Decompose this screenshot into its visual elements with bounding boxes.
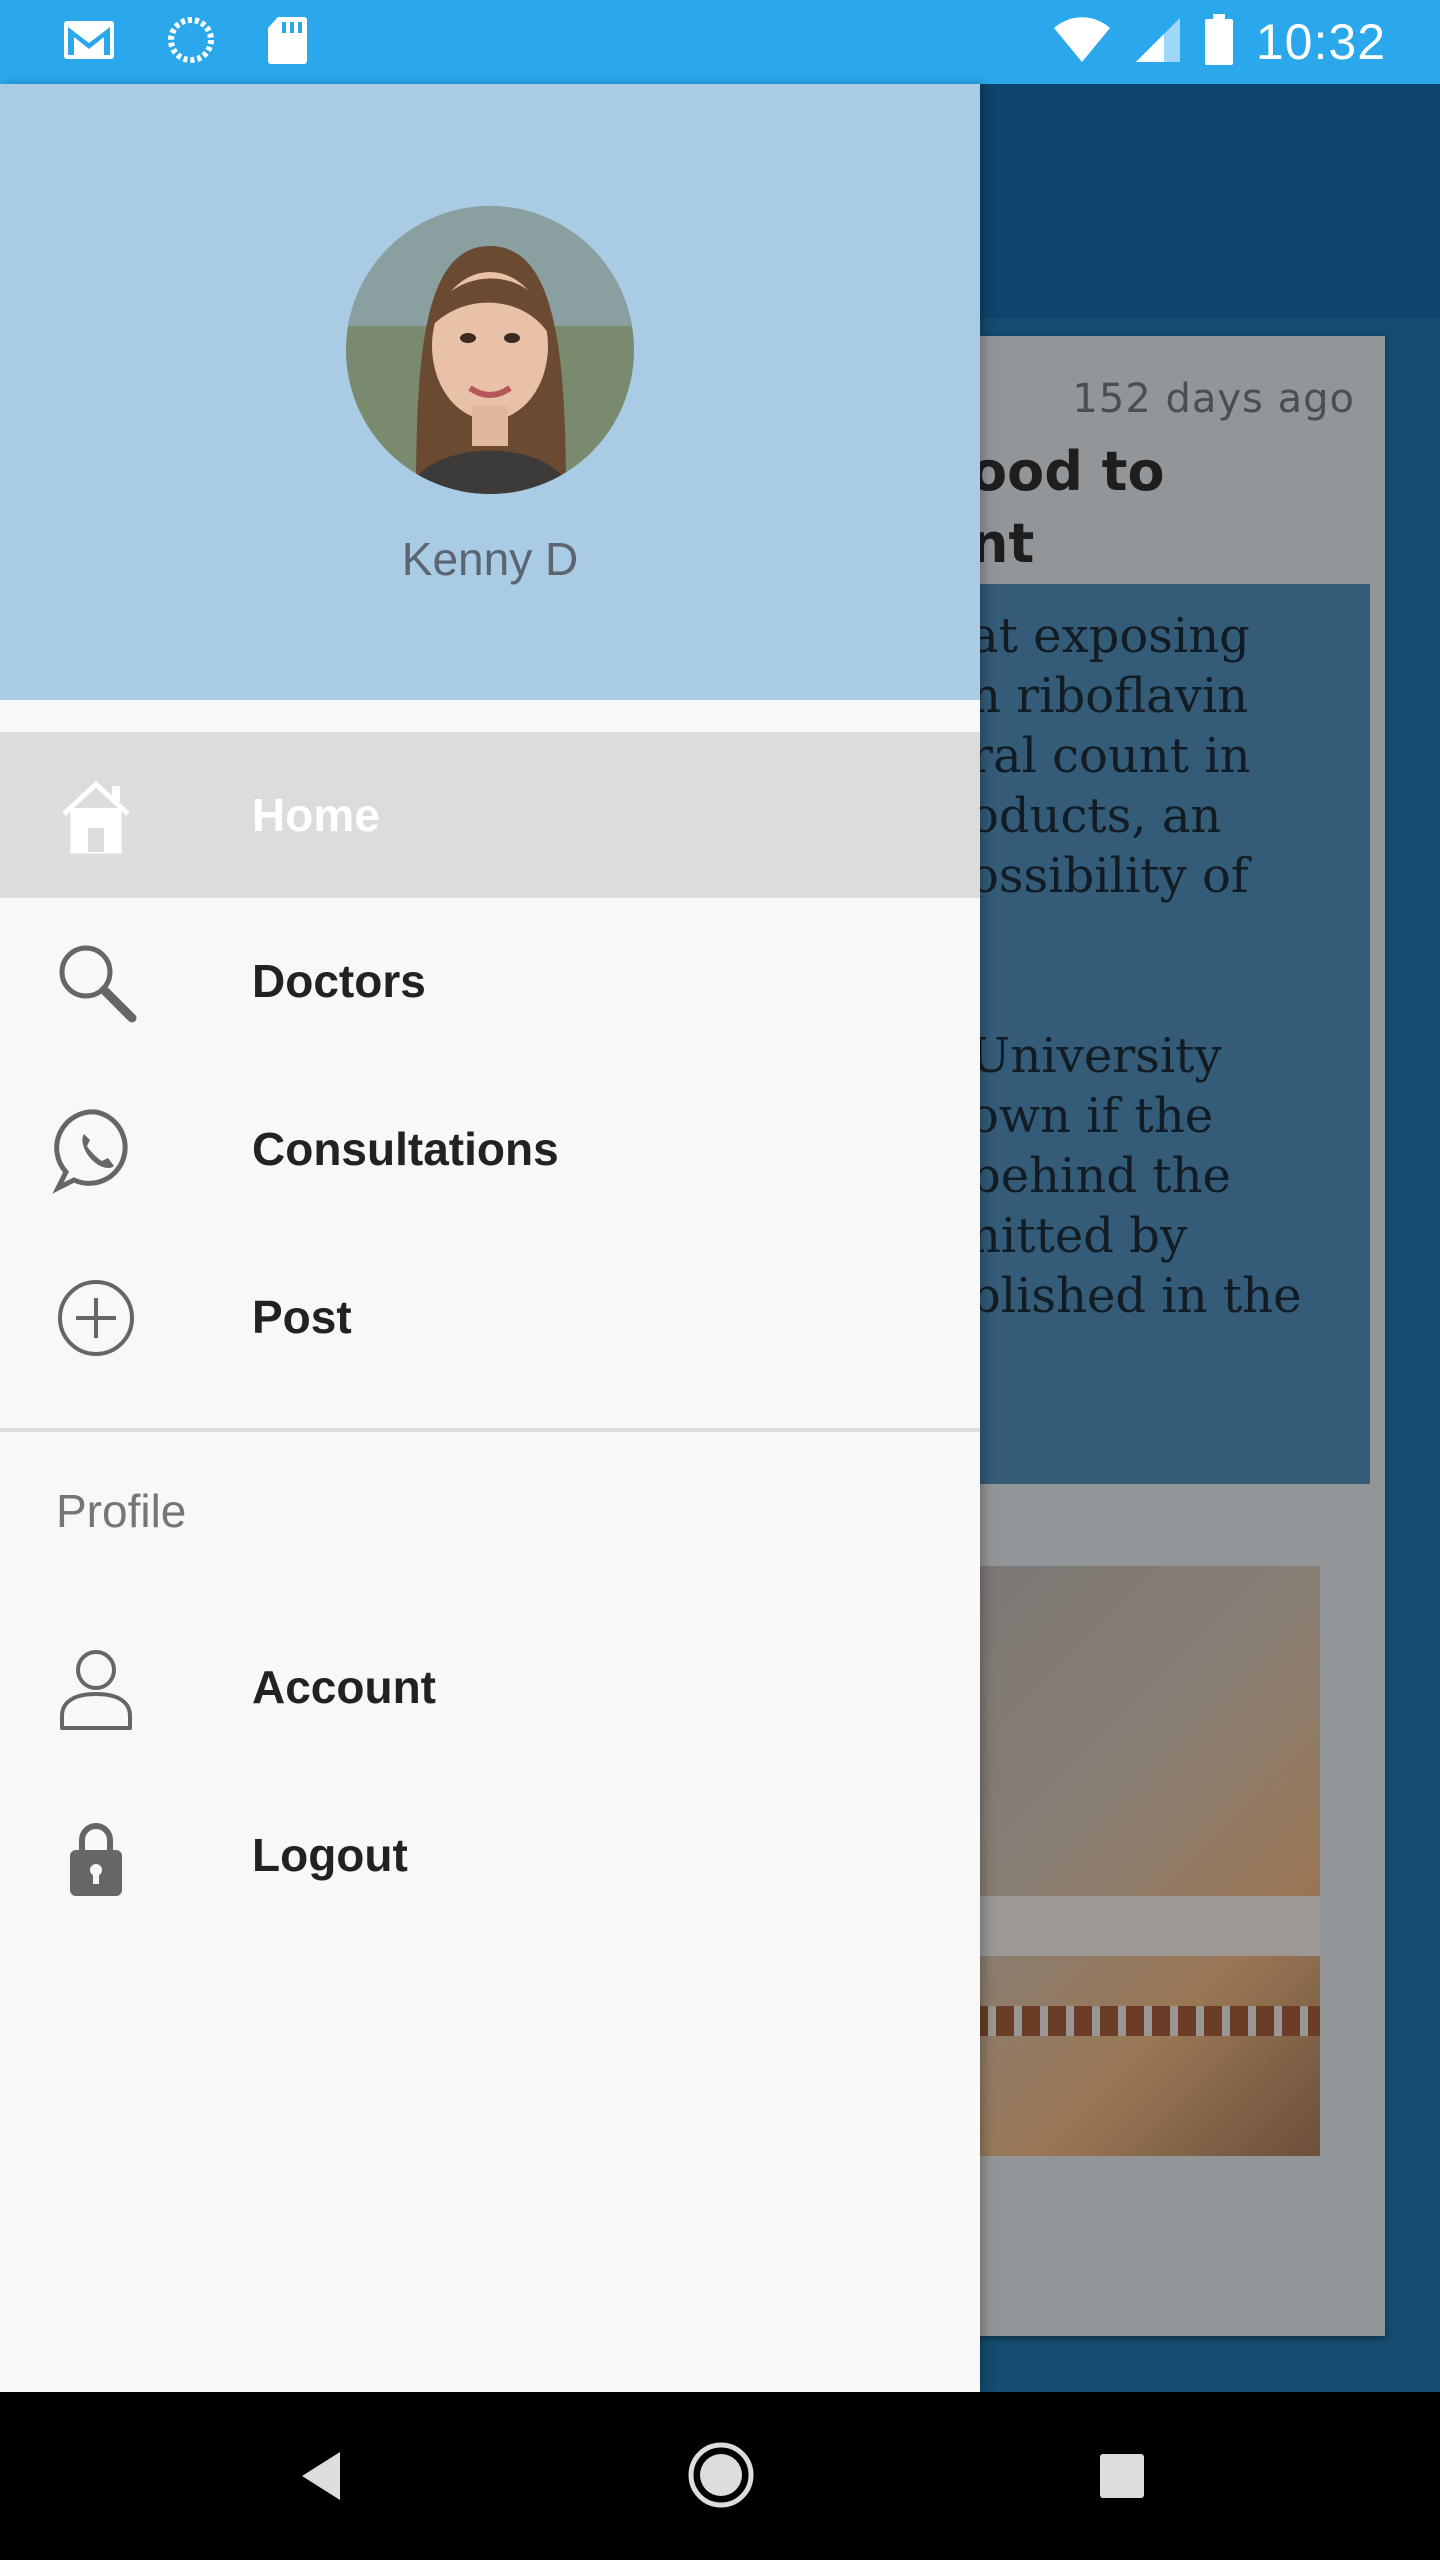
drawer-item-home[interactable]: Home [0,732,980,898]
back-icon[interactable] [292,2444,356,2508]
drawer-item-label: Doctors [252,955,426,1007]
drawer-item-post[interactable]: Post [0,1234,980,1400]
drawer-divider [0,1428,980,1432]
drawer-header: Kenny D [0,84,980,700]
drawer-item-label: Account [252,1661,436,1713]
drawer-item-account[interactable]: Account [0,1604,980,1770]
signal-icon [1134,16,1182,69]
sync-icon [166,15,216,70]
drawer-item-label: Logout [252,1829,408,1881]
sd-card-icon [266,15,308,70]
drawer-item-label: Post [252,1291,352,1343]
wifi-icon [1052,16,1112,69]
section-title: Profile [56,1485,187,1537]
lock-icon [52,1812,140,1900]
drawer-item-label: Home [252,789,380,841]
whatsapp-icon [52,1106,140,1194]
home-icon [52,772,140,860]
gmail-icon [62,19,116,66]
drawer-item-label: Consultations [252,1123,559,1175]
system-nav-bar [0,2392,1440,2560]
add-circle-icon [52,1274,140,1362]
recents-icon[interactable] [1094,2448,1158,2512]
home-button-icon[interactable] [686,2440,756,2510]
person-icon [52,1644,140,1732]
avatar[interactable] [346,206,634,494]
status-bar: 10:32 [0,0,1440,84]
clock: 10:32 [1255,14,1386,70]
navigation-drawer: Kenny D Home Doctors Consultations Post … [0,84,980,2392]
battery-icon [1204,13,1234,71]
user-name: Kenny D [401,533,579,585]
drawer-item-logout[interactable]: Logout [0,1772,980,1938]
drawer-item-doctors[interactable]: Doctors [0,898,980,1064]
drawer-item-consultations[interactable]: Consultations [0,1066,980,1232]
search-icon [52,938,140,1026]
